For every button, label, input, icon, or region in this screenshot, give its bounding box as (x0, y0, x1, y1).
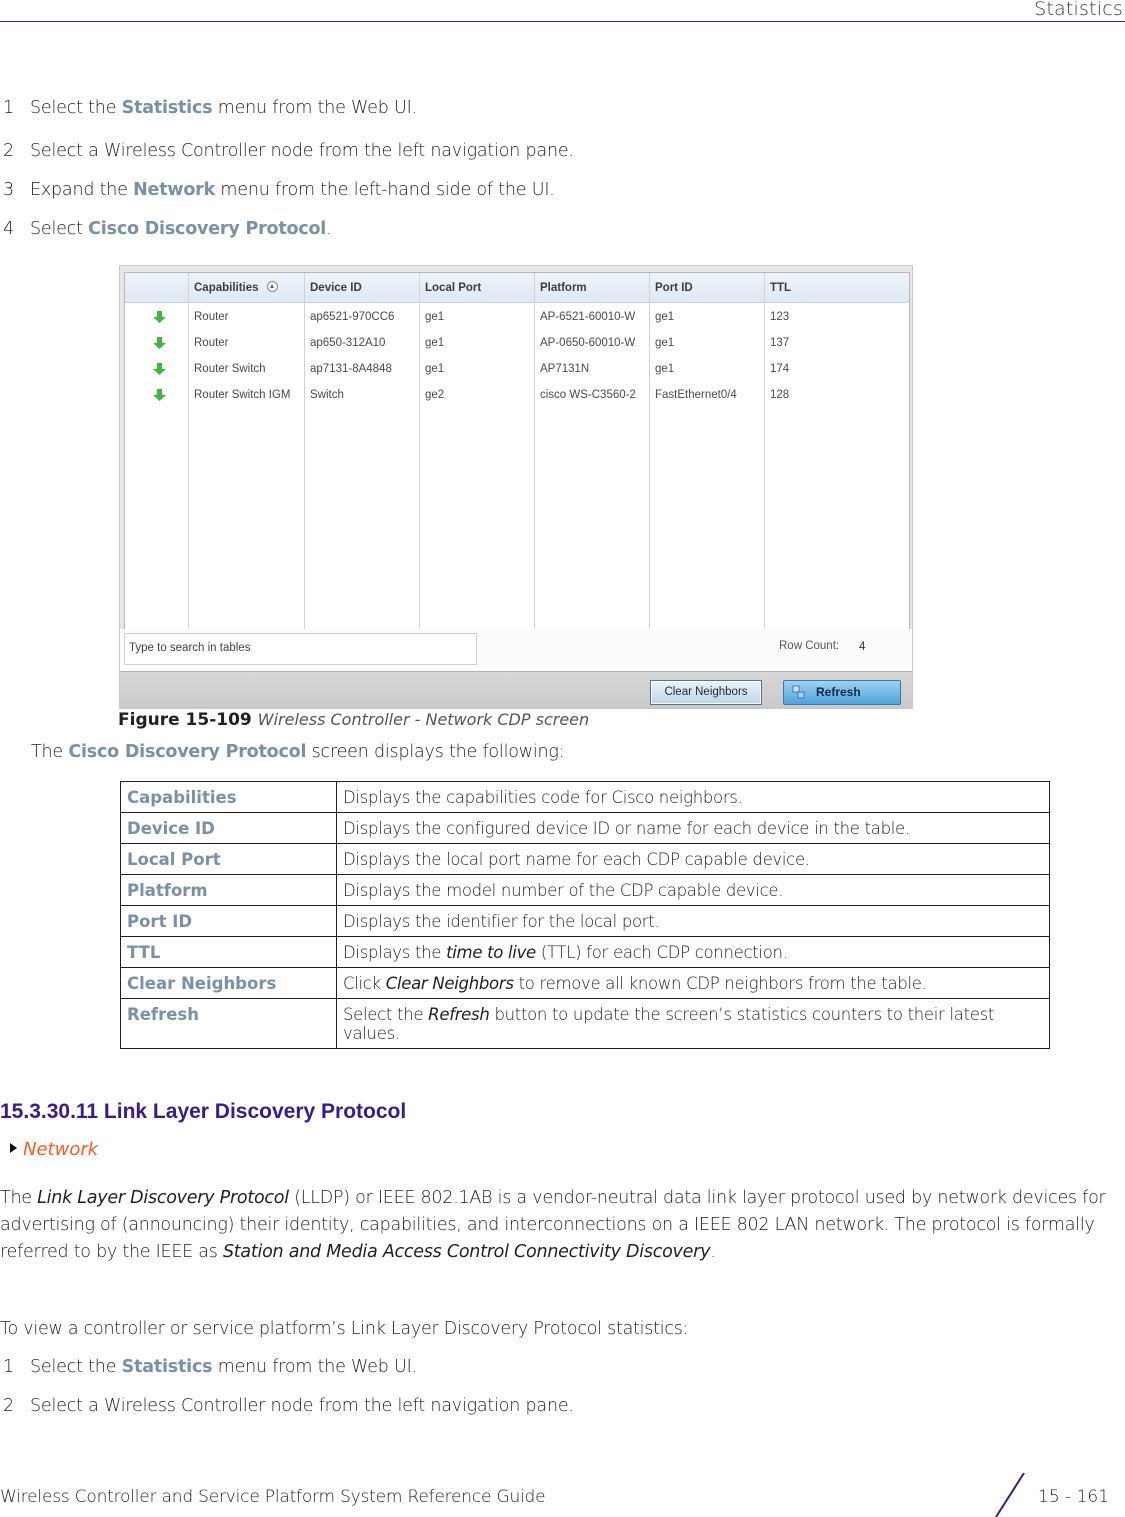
row-count-label: Row Count: (779, 640, 840, 652)
field-term: Local Port (120, 843, 337, 875)
table-intro: The Cisco Discovery Protocol screen disp… (31, 742, 565, 762)
field-definition: Displays the identifier for the local po… (336, 905, 1050, 937)
up-arrow-icon (153, 337, 166, 349)
step-1: 1 Select the Statistics menu from the Web… (3, 98, 417, 118)
cell-capabilities: Router (194, 337, 229, 349)
description-row: TTL Displays the time to live (TTL) for e… (120, 936, 1050, 968)
breadcrumb[interactable]: Network (10, 1139, 98, 1160)
cell-local-port: ge1 (425, 363, 445, 375)
col-header-capabilities[interactable]: Capabilities (188, 273, 278, 303)
step-3: 3 Expand the Network menu from the left-h… (3, 180, 555, 200)
col-header-platform[interactable]: Platform (534, 273, 587, 303)
lldp-description-paragraph: The Link Layer Discovery Protocol (LLDP)… (0, 1188, 1106, 1262)
step-4: 4 Select Cisco Discovery Protocol. (3, 219, 332, 239)
cell-platform: AP7131N (540, 363, 590, 375)
cell-capabilities: Router Switch IGM (194, 389, 291, 401)
up-arrow-icon (153, 311, 166, 323)
table-row[interactable]: Router Switch ap7131-8A4848 ge1 AP7131N ge1 1… (125, 356, 909, 382)
field-definition: Displays the model number of the CDP cap… (336, 874, 1050, 906)
table-row[interactable]: Router ap6521-970CC6 ge1 AP-6521-60010-W ge1… (125, 304, 909, 330)
sort-ascending-icon[interactable] (266, 281, 278, 292)
cell-capabilities: Router Switch (194, 363, 266, 375)
clear-neighbors-button[interactable]: Clear Neighbors (650, 680, 762, 705)
cell-device-id: Switch (310, 389, 344, 401)
field-term: Platform (120, 874, 337, 906)
cell-device-id: ap7131-8A4848 (310, 363, 392, 375)
cell-platform: AP-0650-60010-W (540, 337, 636, 349)
cell-port-id: ge1 (655, 363, 675, 375)
cell-ttl: 123 (770, 311, 790, 323)
cell-local-port: ge1 (425, 337, 445, 349)
field-term: Capabilities (120, 781, 337, 813)
ui-term: Network (133, 180, 216, 200)
page-number: 15 - 161 (1038, 1487, 1110, 1507)
cell-device-id: ap650-312A10 (310, 337, 386, 349)
cell-platform: cisco WS-C3560-2 (540, 389, 636, 401)
cell-port-id: ge1 (655, 311, 675, 323)
description-row: Port ID Displays the identifier for the l… (120, 905, 1050, 937)
header-rule (0, 21, 1125, 22)
lldp-instructions-intro: To view a controller or service platform… (0, 1319, 689, 1339)
description-row: Refresh Select the Refresh button to upda… (120, 998, 1050, 1049)
field-definition: Displays the time to live (TTL) for each… (336, 936, 1050, 968)
cell-port-id: FastEthernet0/4 (655, 389, 737, 401)
up-arrow-icon (153, 389, 166, 401)
cell-ttl: 137 (770, 337, 790, 349)
field-definition: Displays the capabilities code for Cisco… (336, 781, 1050, 813)
breadcrumb-link-network[interactable]: Network (23, 1139, 98, 1160)
cell-device-id: ap6521-970CC6 (310, 311, 395, 323)
field-definition: Click Clear Neighbors to remove all know… (336, 967, 1050, 999)
cell-ttl: 174 (770, 363, 790, 375)
description-row: Device ID Displays the configured device … (120, 812, 1050, 844)
table-row[interactable]: Router Switch IGM Switch ge2 cisco WS-C3560… (125, 382, 909, 408)
ui-term: Cisco Discovery Protocol (68, 742, 307, 762)
description-row: Clear Neighbors Click Clear Neighbors to … (120, 967, 1050, 999)
cell-local-port: ge1 (425, 311, 445, 323)
refresh-icon (792, 685, 805, 699)
figure-caption-text: Wireless Controller - Network CDP screen (257, 710, 590, 729)
col-header-device-id[interactable]: Device ID (304, 273, 362, 303)
table-search-input[interactable]: Type to search in tables (124, 633, 477, 665)
up-arrow-icon (153, 363, 166, 375)
description-row: Local Port Displays the local port name f… (120, 843, 1050, 875)
description-row: Capabilities Displays the capabilities co… (120, 781, 1050, 813)
col-header-port-id[interactable]: Port ID (649, 273, 693, 303)
section-heading: 15.3.30.11 Link Layer Discovery Protocol (0, 1100, 407, 1123)
description-row: Platform Displays the model number of the… (120, 874, 1050, 906)
ui-term: Statistics (121, 1357, 213, 1377)
field-term: Port ID (120, 905, 337, 937)
cdp-screenshot: Capabilities Device ID Local Port Platfo… (119, 265, 913, 709)
ui-term: Statistics (121, 98, 213, 118)
footer-slash-decoration (995, 1473, 1025, 1517)
field-definition: Displays the local port name for each CD… (336, 843, 1050, 875)
field-description-table: Capabilities Displays the capabilities co… (120, 781, 1050, 1049)
cell-port-id: ge1 (655, 337, 675, 349)
breadcrumb-arrow-icon (10, 1143, 17, 1153)
field-definition: Select the Refresh button to update the … (336, 998, 1050, 1049)
refresh-button[interactable]: Refresh (783, 680, 901, 705)
cell-local-port: ge2 (425, 389, 445, 401)
running-header-title: Statistics (1034, 0, 1123, 20)
cdp-table: Capabilities Device ID Local Port Platfo… (124, 272, 910, 634)
col-header-ttl[interactable]: TTL (764, 273, 791, 303)
table-row[interactable]: Router ap650-312A10 ge1 AP-0650-60010-W ge1 1… (125, 330, 909, 356)
button-bar: Clear Neighbors Refresh (120, 671, 912, 709)
field-term: Clear Neighbors (120, 967, 337, 999)
figure-number: Figure 15-109 (118, 710, 252, 730)
footer-guide-title: Wireless Controller and Service Platform… (0, 1487, 546, 1507)
lldp-step-1: 1 Select the Statistics menu from the Web… (3, 1357, 417, 1377)
row-count-value: 4 (859, 641, 866, 653)
step-2: 2 Select a Wireless Controller node from … (3, 141, 574, 161)
cell-platform: AP-6521-60010-W (540, 311, 636, 323)
field-term: Refresh (120, 998, 337, 1049)
col-header-local-port[interactable]: Local Port (419, 273, 481, 303)
field-definition: Displays the configured device ID or nam… (336, 812, 1050, 844)
cell-ttl: 128 (770, 389, 790, 401)
field-term: TTL (120, 936, 337, 968)
cell-capabilities: Router (194, 311, 229, 323)
field-term: Device ID (120, 812, 337, 844)
figure-caption: Figure 15-109 Wireless Controller - Netwo… (118, 710, 589, 730)
ui-term: Cisco Discovery Protocol (88, 219, 327, 239)
lldp-step-2: 2 Select a Wireless Controller node from … (3, 1396, 574, 1416)
